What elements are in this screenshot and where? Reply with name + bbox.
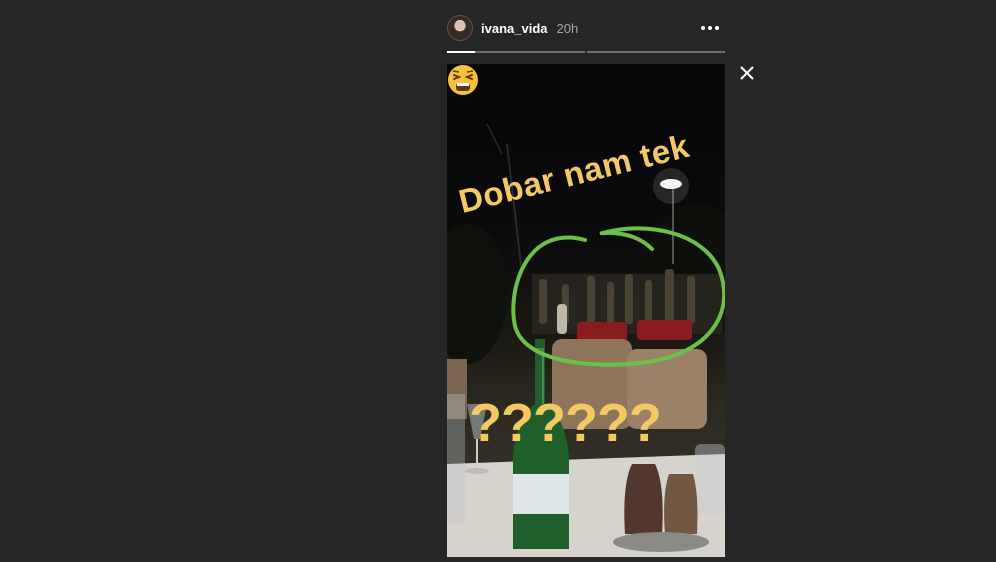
tired-face-emoji-icon bbox=[448, 65, 478, 95]
story-header: ivana_vida 20h bbox=[447, 14, 727, 42]
avatar[interactable] bbox=[447, 15, 473, 41]
story-timestamp: 20h bbox=[556, 20, 579, 36]
question-marks-overlay: ?????? bbox=[469, 393, 662, 453]
story-progress-bar bbox=[447, 51, 725, 53]
story-image[interactable]: Dobar nam tek ?????? bbox=[447, 64, 725, 557]
progress-segment bbox=[447, 51, 585, 53]
more-options-icon[interactable] bbox=[701, 21, 719, 35]
close-icon[interactable] bbox=[737, 63, 757, 83]
progress-segment bbox=[587, 51, 725, 53]
username[interactable]: ivana_vida bbox=[481, 21, 548, 36]
